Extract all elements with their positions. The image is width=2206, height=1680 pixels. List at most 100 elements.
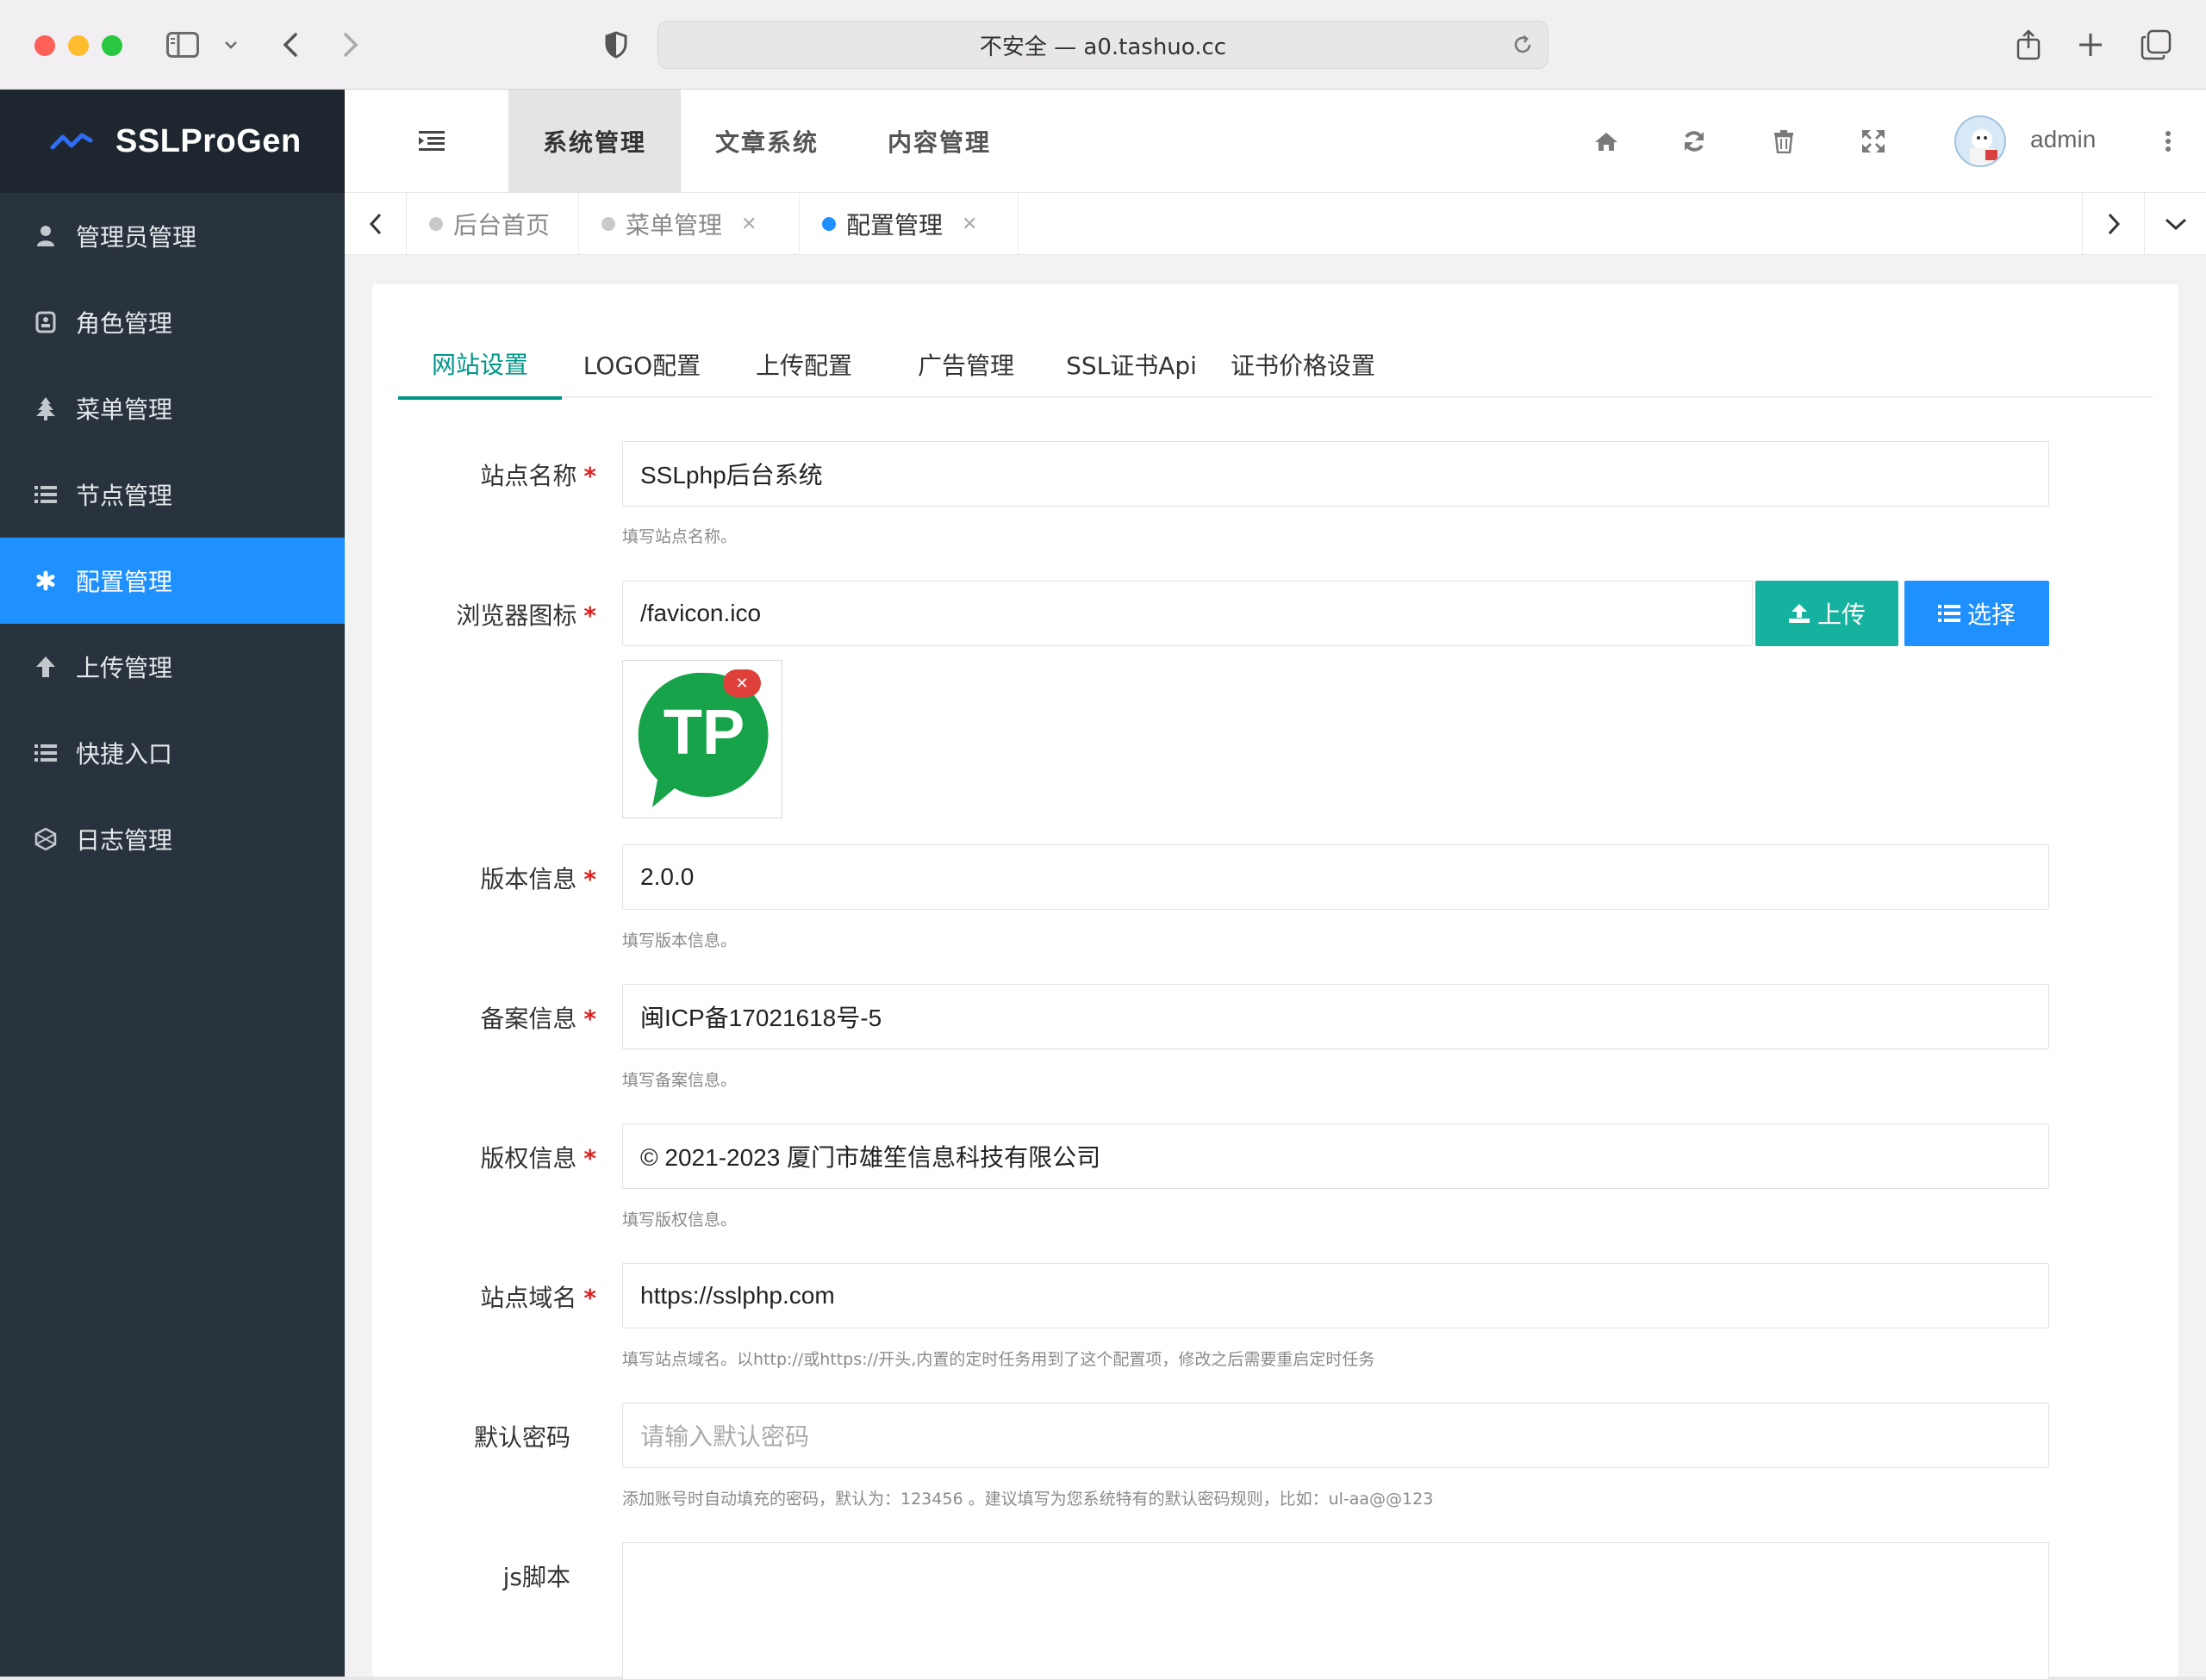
sidebar-item-label: 快捷入口 xyxy=(76,740,173,768)
page-tab-label: 配置管理 xyxy=(846,211,944,240)
avatar[interactable] xyxy=(1954,115,2006,167)
upload-icon xyxy=(1788,603,1810,624)
zoom-window-button[interactable] xyxy=(102,35,122,56)
url-text: 不安全 — a0.tashuo.cc xyxy=(979,34,1227,60)
brand-name: SSLProGen xyxy=(115,122,302,159)
icp-help: 填写备案信息。 xyxy=(622,1071,738,1090)
trash-icon[interactable] xyxy=(1768,126,1799,157)
tree-icon xyxy=(33,395,59,421)
default-password-help: 添加账号时自动填充的密码，默认为：123456 。建议填写为您系统特有的默认密码… xyxy=(622,1490,1434,1509)
version-input[interactable]: 2.0.0 xyxy=(622,844,2049,910)
list-icon xyxy=(33,740,59,766)
home-icon[interactable] xyxy=(1591,126,1622,157)
reload-icon[interactable] xyxy=(1511,34,1534,62)
refresh-icon[interactable] xyxy=(1679,126,1710,157)
sidebar: SSLProGen 管理员管理 角色管理 菜单管理 节点管理 配置管理 上传管理… xyxy=(0,90,345,1677)
remove-image-icon[interactable]: ✕ xyxy=(723,669,761,697)
default-password-label: 默认密码 xyxy=(473,1423,570,1452)
close-window-button[interactable] xyxy=(34,35,55,56)
shield-icon[interactable] xyxy=(603,22,629,67)
user-icon xyxy=(33,223,59,249)
username[interactable]: admin xyxy=(2030,126,2096,153)
browser-toolbar: 不安全 — a0.tashuo.cc xyxy=(0,0,2206,90)
list-icon xyxy=(1937,604,1960,623)
version-help: 填写版本信息。 xyxy=(622,931,738,950)
back-icon[interactable] xyxy=(277,22,303,67)
list-icon xyxy=(33,482,59,507)
globe-icon xyxy=(33,826,59,852)
sidebar-item-label: 配置管理 xyxy=(76,568,173,596)
more-vertical-icon[interactable] xyxy=(2153,126,2184,157)
favicon-label: 浏览器图标 * xyxy=(456,601,596,630)
config-tabs: 网站设置 LOGO配置 上传配置 广告管理 SSL证书Api 证书价格设置 xyxy=(398,331,2153,400)
icp-input[interactable]: 闽ICP备17021618号-5 xyxy=(622,984,2049,1049)
icp-label: 备案信息 * xyxy=(480,1005,596,1033)
sidebar-item-label: 角色管理 xyxy=(76,309,173,338)
address-bar[interactable]: 不安全 — a0.tashuo.cc xyxy=(657,21,1549,69)
sidebar-item-config[interactable]: 配置管理 xyxy=(0,538,345,624)
domain-label: 站点域名 * xyxy=(480,1284,596,1312)
tab-upload-config[interactable]: 上传配置 xyxy=(722,331,886,398)
version-label: 版本信息 * xyxy=(480,865,596,893)
page-tab-strip: 后台首页 菜单管理 ✕ 配置管理 ✕ xyxy=(345,193,2206,255)
tab-logo-config[interactable]: LOGO配置 xyxy=(562,331,722,398)
tab-menu-chevron-down-icon[interactable] xyxy=(2144,193,2206,255)
sidebar-item-label: 上传管理 xyxy=(76,654,173,682)
page-tab-home[interactable]: 后台首页 xyxy=(407,193,579,255)
tab-ssl-api[interactable]: SSL证书Api xyxy=(1046,331,1217,398)
sidebar-item-shortcuts[interactable]: 快捷入口 xyxy=(0,710,345,796)
tab-dot xyxy=(822,217,836,231)
js-script-label: js脚本 xyxy=(502,1563,570,1591)
top-nav-content[interactable]: 内容管理 xyxy=(853,90,1025,193)
new-tab-icon[interactable] xyxy=(2075,22,2106,67)
sidebar-item-label: 菜单管理 xyxy=(76,395,173,424)
tab-cert-price[interactable]: 证书价格设置 xyxy=(1217,331,1389,398)
top-header: 系统管理 文章系统 内容管理 admin xyxy=(345,90,2206,193)
top-nav-system[interactable]: 系统管理 xyxy=(508,90,681,193)
tab-ads[interactable]: 广告管理 xyxy=(886,331,1046,398)
sidebar-item-roles[interactable]: 角色管理 xyxy=(0,279,345,365)
arrow-up-icon xyxy=(33,654,59,680)
tab-scroll-right-icon[interactable] xyxy=(2082,193,2144,255)
tab-overview-icon[interactable] xyxy=(2139,22,2173,67)
domain-help: 填写站点域名。以http://或https://开头,内置的定时任务用到了这个配… xyxy=(622,1350,1375,1369)
page-tab-config[interactable]: 配置管理 ✕ xyxy=(800,193,1019,255)
forward-icon[interactable] xyxy=(338,22,364,67)
minimize-window-button[interactable] xyxy=(68,35,89,56)
chevron-down-icon[interactable] xyxy=(221,22,241,67)
choose-button-label: 选择 xyxy=(1966,600,2016,629)
js-script-textarea[interactable] xyxy=(622,1542,2049,1680)
copyright-label: 版权信息 * xyxy=(480,1144,596,1173)
tab-dot xyxy=(601,217,615,231)
copyright-input[interactable]: © 2021-2023 厦门市雄笙信息科技有限公司 xyxy=(622,1123,2049,1189)
page-tab-label: 菜单管理 xyxy=(626,211,723,240)
site-name-input[interactable]: SSLphp后台系统 xyxy=(622,441,2049,507)
sidebar-item-logs[interactable]: 日志管理 xyxy=(0,796,345,882)
favicon-preview: TP ✕ xyxy=(622,660,782,818)
upload-button[interactable]: 上传 xyxy=(1755,581,1898,646)
menu-collapse-icon[interactable] xyxy=(417,126,446,159)
close-icon[interactable]: ✕ xyxy=(741,214,757,235)
fullscreen-icon[interactable] xyxy=(1858,126,1889,157)
copyright-help: 填写版权信息。 xyxy=(622,1210,738,1229)
asterisk-icon xyxy=(33,568,59,594)
sidebar-item-uploads[interactable]: 上传管理 xyxy=(0,624,345,710)
choose-button[interactable]: 选择 xyxy=(1904,581,2049,646)
top-nav-articles[interactable]: 文章系统 xyxy=(681,90,853,193)
page-tab-menus[interactable]: 菜单管理 ✕ xyxy=(579,193,800,255)
default-password-input[interactable]: 请输入默认密码 xyxy=(622,1403,2049,1468)
top-nav: 系统管理 文章系统 内容管理 xyxy=(508,90,1025,193)
share-icon[interactable] xyxy=(2013,22,2044,67)
brand[interactable]: SSLProGen xyxy=(0,90,345,193)
tab-site-settings[interactable]: 网站设置 xyxy=(398,331,562,400)
role-icon xyxy=(33,309,59,335)
favicon-input[interactable]: /favicon.ico xyxy=(622,581,1753,646)
tab-scroll-left-icon[interactable] xyxy=(345,193,407,255)
domain-input[interactable]: https://sslphp.com xyxy=(622,1263,2049,1328)
sidebar-item-menus[interactable]: 菜单管理 xyxy=(0,365,345,451)
sidebar-item-nodes[interactable]: 节点管理 xyxy=(0,451,345,538)
close-icon[interactable]: ✕ xyxy=(962,214,977,235)
sidebar-item-admin[interactable]: 管理员管理 xyxy=(0,193,345,279)
sidebar-toggle-icon[interactable] xyxy=(165,22,200,67)
brand-logo-icon xyxy=(50,133,93,150)
